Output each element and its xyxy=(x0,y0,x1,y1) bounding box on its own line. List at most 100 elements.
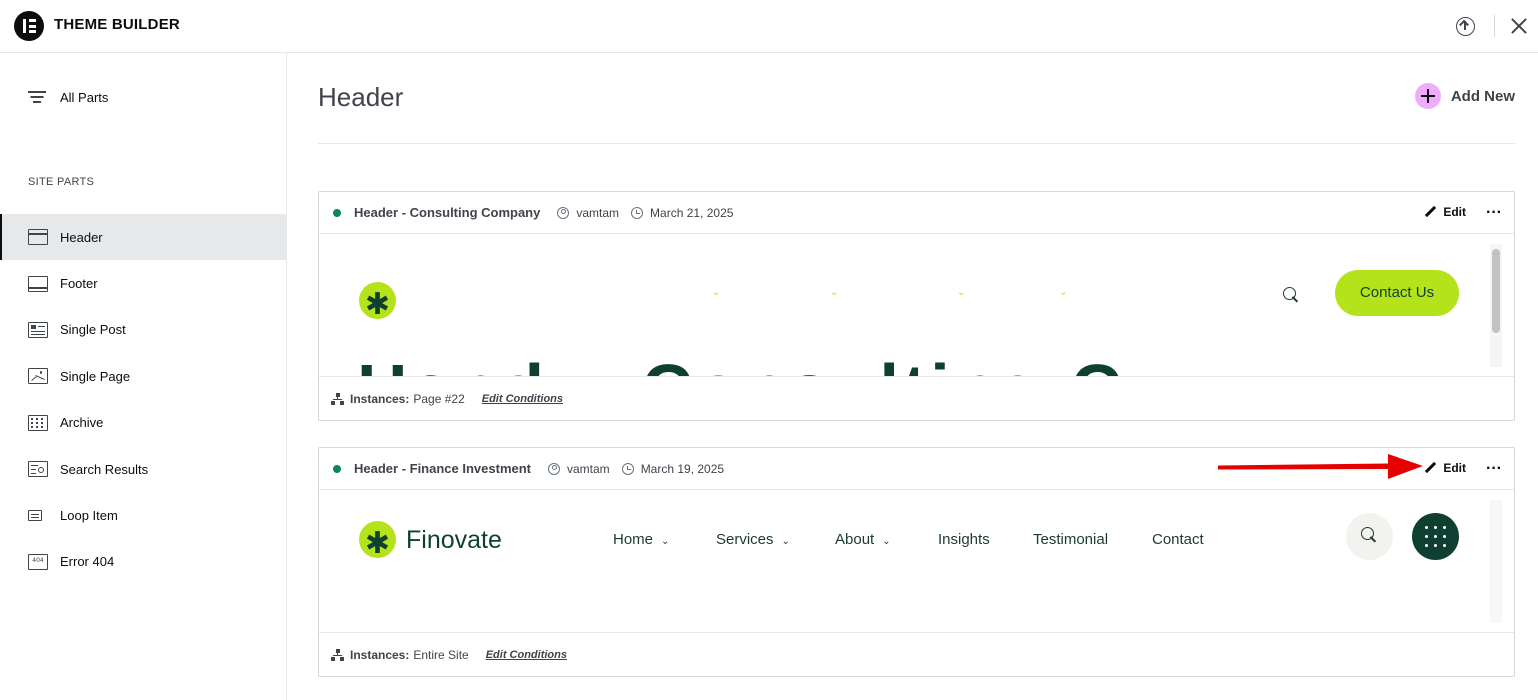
edit-conditions-link[interactable]: Edit Conditions xyxy=(486,649,567,661)
add-new-button[interactable]: Add New xyxy=(1414,83,1515,109)
sidebar-item-single-page[interactable]: Single Page xyxy=(0,353,286,399)
preview-nav-testimonial: Testimonial xyxy=(1033,531,1108,548)
nav-label: Insights xyxy=(938,531,990,548)
template-card-finance: Header - Finance Investment vamtam March… xyxy=(318,447,1515,677)
error-404-icon: 404 xyxy=(28,553,48,570)
preview-scrollbar[interactable] xyxy=(1490,500,1502,623)
card-title: Header - Consulting Company xyxy=(354,205,541,220)
search-icon xyxy=(1283,287,1299,303)
card-header: Header - Consulting Company vamtam March… xyxy=(319,192,1514,234)
loop-item-icon xyxy=(28,510,42,522)
sidebar-item-archive[interactable]: Archive xyxy=(0,400,286,446)
chevron-down-icon: ⌄ xyxy=(712,287,721,298)
sidebar-item-label: Footer xyxy=(60,276,98,292)
card-date: March 19, 2025 xyxy=(640,461,725,476)
sidebar-item-label: Header xyxy=(60,229,103,245)
page-title: Header xyxy=(318,82,404,112)
footer-icon xyxy=(28,275,48,292)
instances-label: Instances: xyxy=(350,391,410,406)
top-bar: THEME BUILDER xyxy=(0,0,1538,53)
search-icon xyxy=(1361,527,1377,543)
sidebar: All Parts SITE PARTS Header Footer Singl… xyxy=(0,53,287,700)
sidebar-item-header[interactable]: Header xyxy=(0,214,286,261)
more-options-icon[interactable]: ··· xyxy=(1486,460,1502,478)
sidebar-item-label: Single Post xyxy=(60,322,126,338)
scrollbar-thumb[interactable] xyxy=(1492,249,1500,333)
edit-label: Edit xyxy=(1443,461,1466,475)
sidebar-item-loop-item[interactable]: Loop Item xyxy=(0,492,286,538)
search-button xyxy=(1346,513,1393,560)
sidebar-item-label: Search Results xyxy=(60,461,149,477)
chevron-down-icon: ⌄ xyxy=(661,536,670,547)
nav-label: Testimonial xyxy=(1033,531,1109,548)
edit-conditions-link[interactable]: Edit Conditions xyxy=(482,393,563,405)
sidebar-item-label: Archive xyxy=(60,415,104,431)
nav-label: About xyxy=(835,531,875,548)
author-icon xyxy=(548,462,560,475)
elementor-logo-icon xyxy=(14,11,44,41)
status-published-icon xyxy=(333,464,341,473)
brand-logo-icon: ✱ xyxy=(359,521,396,561)
edit-button[interactable]: Edit xyxy=(1425,461,1466,475)
app-title: THEME BUILDER xyxy=(54,16,180,33)
section-label: SITE PARTS xyxy=(28,176,95,188)
template-preview[interactable]: ✱ Finovate Home ⌄ Services ⌄ About ⌄ Insigh… xyxy=(319,490,1514,633)
instances-icon xyxy=(331,648,344,661)
search-results-icon xyxy=(28,461,48,478)
chevron-down-icon: ⌄ xyxy=(1059,287,1068,298)
instances-value: Page #22 xyxy=(413,391,465,406)
preview-nav-home: Home ⌄ xyxy=(613,531,669,548)
toolbar-divider xyxy=(1494,15,1495,37)
sidebar-item-single-post[interactable]: Single Post xyxy=(0,307,286,353)
header-icon xyxy=(28,229,48,246)
chevron-down-icon: ⌄ xyxy=(882,536,891,547)
single-page-icon xyxy=(28,368,48,385)
card-footer: Instances: Entire Site Edit Conditions xyxy=(319,633,1514,676)
edit-button[interactable]: Edit xyxy=(1425,205,1466,219)
sidebar-item-footer[interactable]: Footer xyxy=(0,260,286,306)
card-author: vamtam xyxy=(567,461,610,476)
filter-icon xyxy=(28,90,46,104)
info-icon[interactable] xyxy=(1456,17,1475,36)
brand-name: Finovate xyxy=(406,526,502,554)
template-preview[interactable]: ✱ ⌄ ⌄ ⌄ ⌄ Contact Us Hand... Consulting … xyxy=(319,234,1514,377)
pencil-icon xyxy=(1425,206,1437,218)
sidebar-item-error-404[interactable]: 404 Error 404 xyxy=(0,539,286,585)
clock-icon xyxy=(631,206,644,219)
card-author: vamtam xyxy=(576,205,620,220)
all-parts-label: All Parts xyxy=(60,89,109,105)
instances-icon xyxy=(331,392,344,405)
sidebar-item-search-results[interactable]: Search Results xyxy=(0,446,286,492)
brand-logo-icon: ✱ xyxy=(359,282,396,322)
nav-label: Contact xyxy=(1152,531,1204,548)
pencil-icon xyxy=(1425,462,1437,474)
chevron-down-icon: ⌄ xyxy=(957,287,966,298)
preview-nav-services: Services ⌄ xyxy=(716,531,790,548)
nav-label: Home xyxy=(613,531,654,548)
add-new-label: Add New xyxy=(1450,87,1515,105)
grid-menu-icon xyxy=(1412,513,1459,560)
card-date: March 21, 2025 xyxy=(650,205,734,220)
instances-value: Entire Site xyxy=(413,647,469,662)
more-options-icon[interactable]: ··· xyxy=(1486,204,1502,222)
contact-us-button: Contact Us xyxy=(1335,270,1459,316)
preview-nav-insights: Insights xyxy=(938,531,990,548)
chevron-down-icon: ⌄ xyxy=(830,287,839,298)
preview-nav-about: About ⌄ xyxy=(835,531,891,548)
title-divider xyxy=(318,143,1515,144)
hero-heading: Hand... Consulting C... xyxy=(357,349,1196,376)
site-parts-nav: Header Footer Single Post Single Page Ar… xyxy=(0,214,286,585)
preview-nav-contact: Contact xyxy=(1152,531,1204,548)
close-icon[interactable] xyxy=(1510,17,1528,35)
all-parts-link[interactable]: All Parts xyxy=(28,87,108,107)
chevron-down-icon: ⌄ xyxy=(781,536,790,547)
plus-icon xyxy=(1414,83,1441,109)
template-card-consulting: Header - Consulting Company vamtam March… xyxy=(318,191,1515,421)
edit-label: Edit xyxy=(1443,205,1466,219)
sidebar-item-label: Loop Item xyxy=(60,508,118,524)
nav-label: Services xyxy=(716,531,774,548)
card-footer: Instances: Page #22 Edit Conditions xyxy=(319,377,1514,420)
archive-icon xyxy=(28,414,48,431)
sidebar-item-label: Single Page xyxy=(60,368,131,384)
status-published-icon xyxy=(333,208,341,217)
